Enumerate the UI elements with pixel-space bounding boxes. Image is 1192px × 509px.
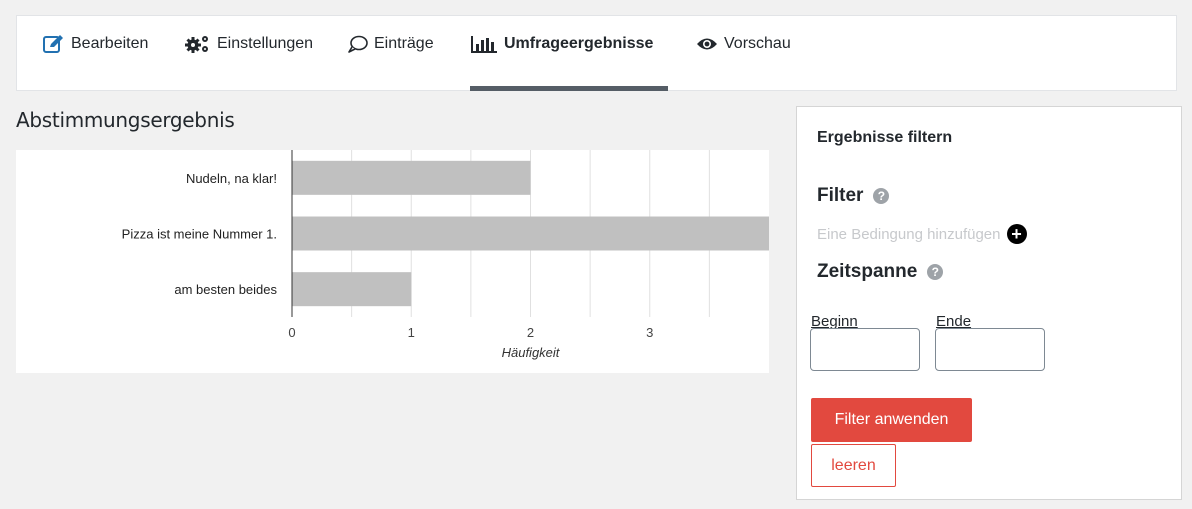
bar xyxy=(292,160,531,195)
bar xyxy=(292,272,412,307)
x-tick-label: 3 xyxy=(646,325,653,340)
category-label: am besten beides xyxy=(174,282,277,297)
tab-vorschau[interactable]: Vorschau xyxy=(696,30,791,58)
category-label: Pizza ist meine Nummer 1. xyxy=(122,227,277,242)
add-condition-label: Eine Bedingung hinzufügen xyxy=(817,225,1001,243)
tab-bearbeiten[interactable]: Bearbeiten xyxy=(43,30,148,58)
filter-panel-heading: Ergebnisse filtern xyxy=(817,129,953,146)
start-date-input[interactable] xyxy=(810,328,920,371)
tab-label: Bearbeiten xyxy=(71,35,149,52)
active-tab-indicator xyxy=(470,86,668,91)
help-icon[interactable]: ? xyxy=(927,264,944,280)
bar-chart-icon xyxy=(471,36,497,53)
clear-filter-button[interactable]: leeren xyxy=(811,444,896,487)
tab-label: Einstellungen xyxy=(217,35,314,52)
x-tick-label: 0 xyxy=(288,325,295,340)
timespan-heading: Zeitspanne ? xyxy=(817,261,944,283)
results-chart: Nudeln, na klar! Pizza ist meine Nummer 1… xyxy=(16,150,769,373)
tab-label: Vorschau xyxy=(724,35,791,52)
bar xyxy=(292,216,769,251)
category-label: Nudeln, na klar! xyxy=(186,171,277,186)
add-circle-icon[interactable]: + xyxy=(1006,224,1027,244)
x-axis-label: Häufigkeit xyxy=(502,345,561,360)
edit-icon xyxy=(43,35,63,53)
end-date-input[interactable] xyxy=(935,328,1045,371)
tab-eintraege[interactable]: Einträge xyxy=(348,30,434,58)
filter-panel: Ergebnisse filtern Filter ? Eine Bedingu… xyxy=(796,106,1182,500)
tab-label: Einträge xyxy=(374,35,434,52)
eye-icon xyxy=(697,38,717,50)
speech-bubble-icon xyxy=(348,35,368,53)
apply-filter-button[interactable]: Filter anwenden xyxy=(811,398,972,442)
filter-label: Filter xyxy=(817,185,864,206)
add-condition[interactable]: Eine Bedingung hinzufügen + xyxy=(817,224,1027,244)
timespan-label: Zeitspanne xyxy=(817,261,918,282)
help-icon[interactable]: ? xyxy=(873,188,890,204)
x-tick-label: 1 xyxy=(408,325,415,340)
tab-label: Umfrageergebnisse xyxy=(504,35,654,52)
filter-heading: Filter ? xyxy=(817,185,890,207)
gears-icon xyxy=(185,36,208,53)
chart-svg: Nudeln, na klar! Pizza ist meine Nummer 1… xyxy=(122,150,769,360)
tab-umfrageergebnisse[interactable]: Umfrageergebnisse xyxy=(470,30,653,58)
results-title: Abstimmungsergebnis xyxy=(16,108,235,132)
x-tick-label: 2 xyxy=(527,325,534,340)
tab-einstellungen[interactable]: Einstellungen xyxy=(185,30,313,58)
